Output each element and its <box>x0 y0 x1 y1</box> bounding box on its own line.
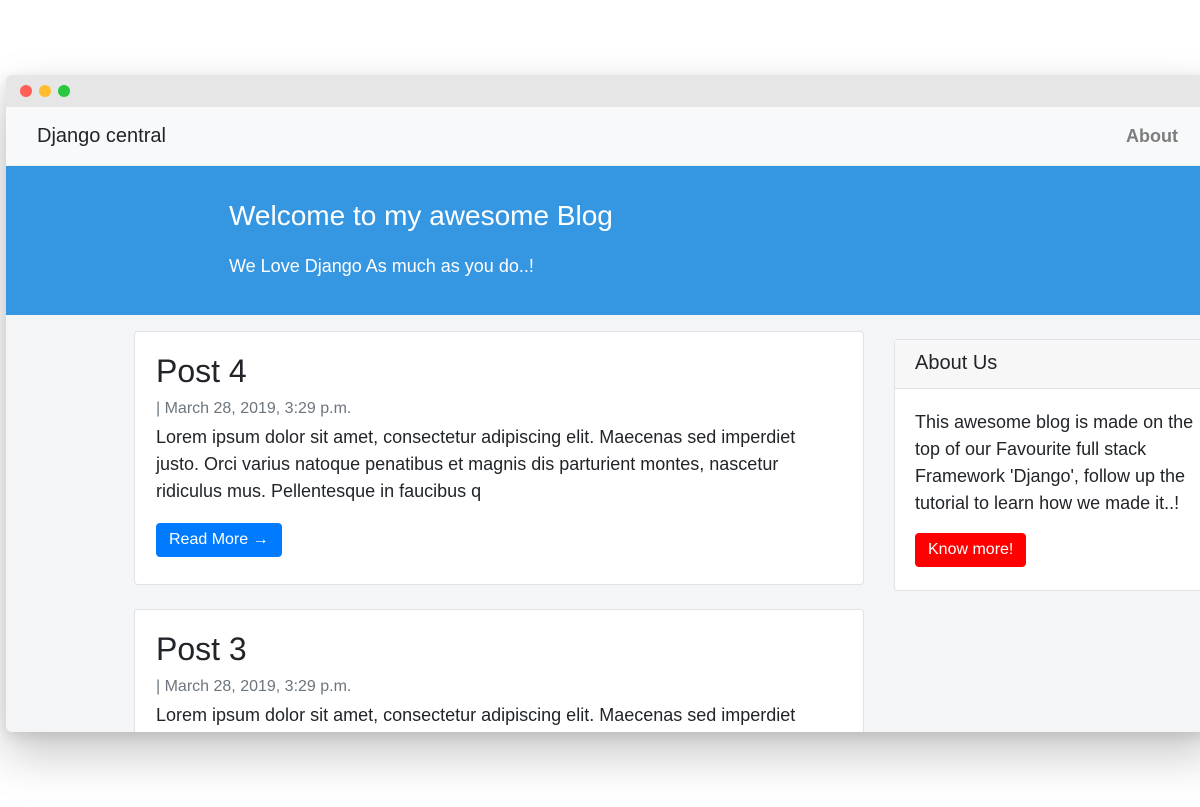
close-window-button[interactable] <box>20 85 32 97</box>
know-more-button[interactable]: Know more! <box>915 533 1027 567</box>
post-title: Post 4 <box>156 353 247 389</box>
about-us-body: This awesome blog is made on the top of … <box>895 389 1200 587</box>
main-content: Post 4 | March 28, 2019, 3:29 p.m. Lorem… <box>6 315 1200 732</box>
maximize-window-button[interactable] <box>58 85 70 97</box>
browser-window: Django central About Welcome to my aweso… <box>6 75 1200 732</box>
post-card: Post 4 | March 28, 2019, 3:29 p.m. Lorem… <box>134 331 864 585</box>
about-us-card: About Us This awesome blog is made on th… <box>894 339 1200 591</box>
read-more-button[interactable]: Read More → <box>156 523 282 558</box>
about-us-header: About Us <box>895 340 1200 389</box>
post-meta: | March 28, 2019, 3:29 p.m. <box>156 678 352 696</box>
post-excerpt: Lorem ipsum dolor sit amet, consectetur … <box>156 427 796 502</box>
nav-link-about[interactable]: About <box>1126 126 1178 147</box>
hero-banner: Welcome to my awesome Blog We Love Djang… <box>6 166 1200 315</box>
window-titlebar <box>6 75 1200 107</box>
post-card: Post 3 | March 28, 2019, 3:29 p.m. Lorem… <box>134 609 864 732</box>
brand-link[interactable]: Django central <box>37 125 166 148</box>
navbar: Django central About <box>6 107 1200 166</box>
minimize-window-button[interactable] <box>39 85 51 97</box>
hero-title: Welcome to my awesome Blog <box>229 200 613 231</box>
post-title: Post 3 <box>156 631 247 667</box>
post-excerpt: Lorem ipsum dolor sit amet, consectetur … <box>156 705 796 726</box>
post-meta: | March 28, 2019, 3:29 p.m. <box>156 400 352 418</box>
about-us-text: This awesome blog is made on the top of … <box>915 412 1194 513</box>
hero-subtitle: We Love Django As much as you do..! <box>229 256 534 276</box>
